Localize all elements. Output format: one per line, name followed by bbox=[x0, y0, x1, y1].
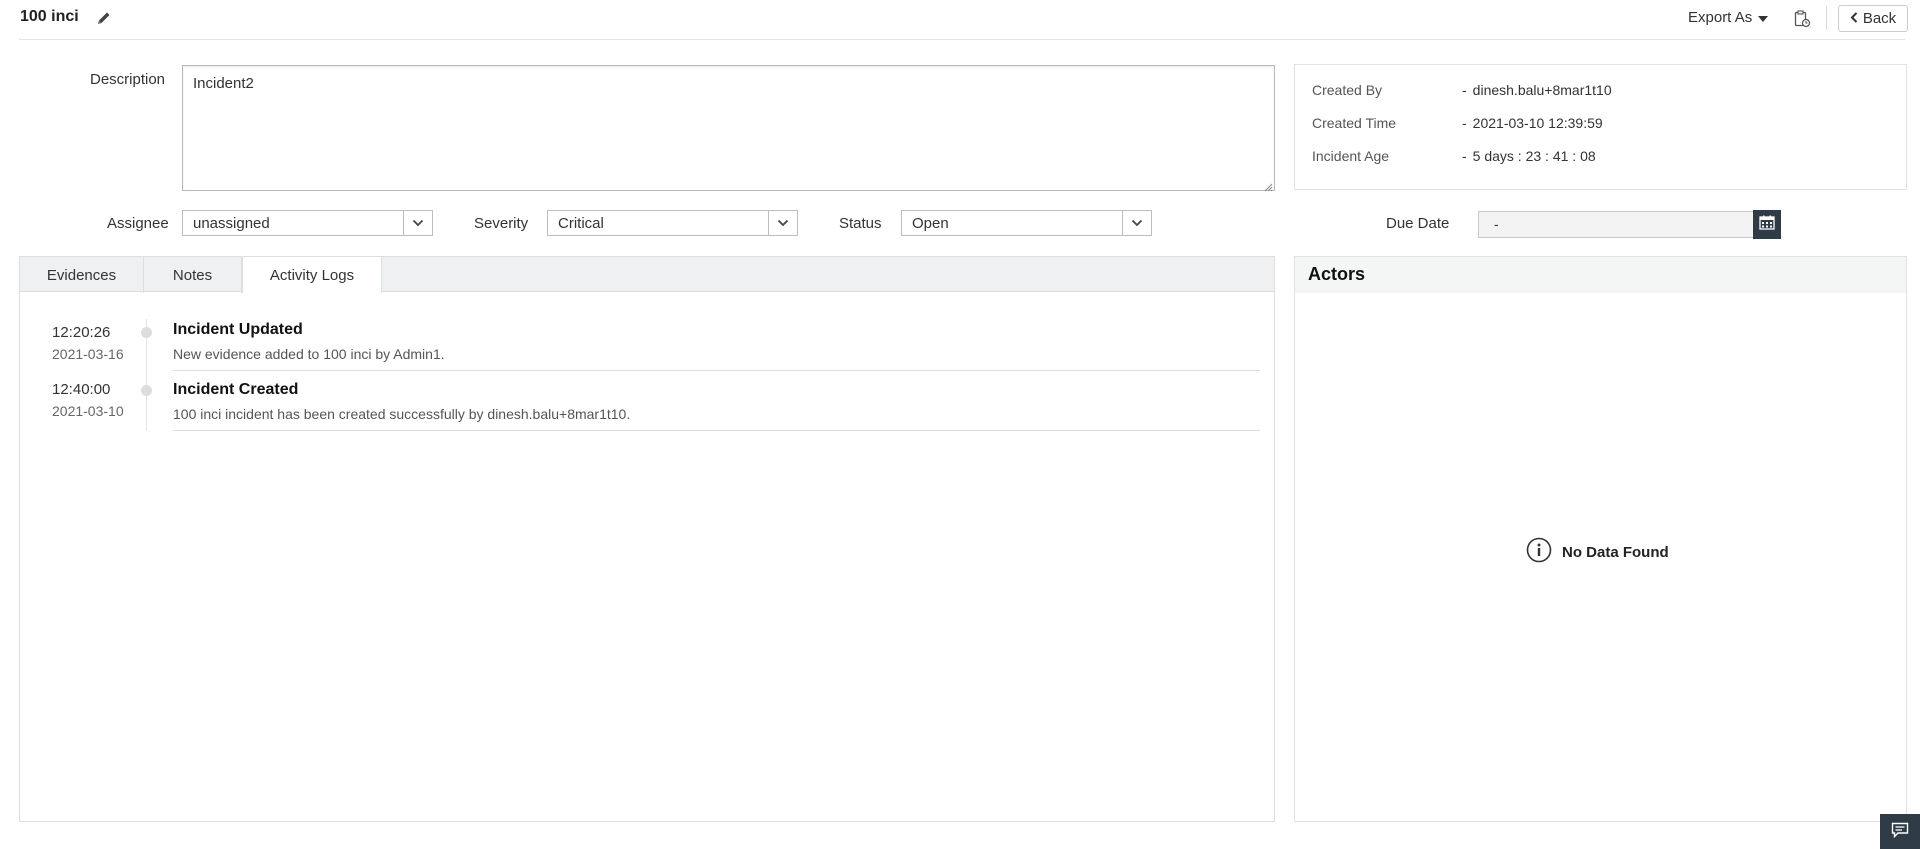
description-label: Description bbox=[90, 71, 166, 88]
chevron-down-icon bbox=[1122, 211, 1151, 235]
created-time-row: Created Time - 2021-03-10 12:39:59 bbox=[1312, 115, 1603, 131]
export-as-dropdown[interactable]: Export As bbox=[1688, 9, 1769, 26]
no-data-text: No Data Found bbox=[1562, 543, 1669, 561]
chevron-down-icon bbox=[403, 211, 432, 235]
timeline-dot bbox=[141, 327, 152, 338]
status-select[interactable]: Open bbox=[901, 210, 1152, 236]
resize-grip-icon[interactable] bbox=[1263, 179, 1273, 192]
created-time-separator: - bbox=[1462, 115, 1467, 131]
incident-info-box: Created By - dinesh.balu+8mar1t10 Create… bbox=[1294, 64, 1907, 190]
tab-activity-logs[interactable]: Activity Logs bbox=[242, 257, 382, 293]
chat-icon bbox=[1891, 822, 1909, 842]
no-data-message: No Data Found bbox=[1526, 537, 1669, 567]
calendar-icon bbox=[1759, 215, 1775, 234]
log-divider bbox=[173, 370, 1260, 371]
severity-value: Critical bbox=[558, 215, 604, 232]
log-time: 12:40:00 bbox=[52, 381, 111, 398]
log-date: 2021-03-16 bbox=[52, 346, 124, 362]
created-by-label: Created By bbox=[1312, 82, 1383, 98]
description-textarea[interactable]: Incident2 bbox=[182, 65, 1275, 192]
activity-panel: Evidences Notes Activity Logs 12:20:26 2… bbox=[19, 256, 1275, 822]
assignee-label: Assignee bbox=[107, 215, 169, 232]
header-divider bbox=[1826, 6, 1827, 30]
log-date: 2021-03-10 bbox=[52, 403, 124, 419]
status-value: Open bbox=[912, 215, 949, 232]
timeline-dot bbox=[141, 385, 152, 396]
created-by-row: Created By - dinesh.balu+8mar1t10 bbox=[1312, 82, 1612, 98]
back-button[interactable]: Back bbox=[1838, 5, 1908, 32]
chat-button[interactable] bbox=[1880, 814, 1920, 849]
log-message: 100 inci incident has been created succe… bbox=[173, 406, 631, 422]
tab-evidences[interactable]: Evidences bbox=[20, 257, 144, 293]
created-time-value: 2021-03-10 12:39:59 bbox=[1472, 115, 1603, 131]
chevron-down-icon bbox=[768, 211, 797, 235]
assignee-select[interactable]: unassigned bbox=[182, 210, 433, 236]
incident-age-value: 5 days : 23 : 41 : 08 bbox=[1472, 148, 1596, 164]
actors-title: Actors bbox=[1295, 257, 1906, 293]
pencil-icon[interactable] bbox=[96, 10, 112, 26]
log-divider bbox=[173, 430, 1260, 431]
clipboard-icon[interactable] bbox=[1793, 10, 1811, 28]
description-value: Incident2 bbox=[193, 75, 254, 92]
info-circle-icon bbox=[1526, 537, 1552, 567]
created-by-value: dinesh.balu+8mar1t10 bbox=[1472, 82, 1612, 98]
log-title: Incident Created bbox=[173, 381, 299, 398]
chevron-left-icon bbox=[1850, 10, 1858, 27]
tab-bar: Evidences Notes Activity Logs bbox=[20, 257, 1274, 293]
caret-down-icon bbox=[1758, 15, 1769, 22]
created-time-label: Created Time bbox=[1312, 115, 1397, 131]
incident-age-separator: - bbox=[1462, 148, 1467, 164]
assignee-value: unassigned bbox=[193, 215, 270, 232]
created-by-separator: - bbox=[1462, 82, 1467, 98]
due-date-label: Due Date bbox=[1386, 215, 1450, 232]
incident-age-label: Incident Age bbox=[1312, 148, 1390, 164]
tab-notes[interactable]: Notes bbox=[144, 257, 242, 293]
due-date-input[interactable]: - bbox=[1478, 211, 1755, 238]
header-divider-line bbox=[19, 39, 1905, 40]
log-title: Incident Updated bbox=[173, 321, 303, 338]
log-time: 12:20:26 bbox=[52, 324, 111, 341]
incident-age-row: Incident Age - 5 days : 23 : 41 : 08 bbox=[1312, 148, 1596, 164]
severity-select[interactable]: Critical bbox=[547, 210, 798, 236]
actors-panel: Actors No Data Found bbox=[1294, 256, 1907, 822]
log-message: New evidence added to 100 inci by Admin1… bbox=[173, 346, 445, 362]
status-label: Status bbox=[839, 215, 882, 232]
calendar-button[interactable] bbox=[1753, 210, 1781, 239]
back-label: Back bbox=[1862, 10, 1897, 27]
export-as-label: Export As bbox=[1688, 9, 1753, 26]
page-title: 100 inci bbox=[20, 8, 79, 25]
severity-label: Severity bbox=[474, 215, 529, 232]
